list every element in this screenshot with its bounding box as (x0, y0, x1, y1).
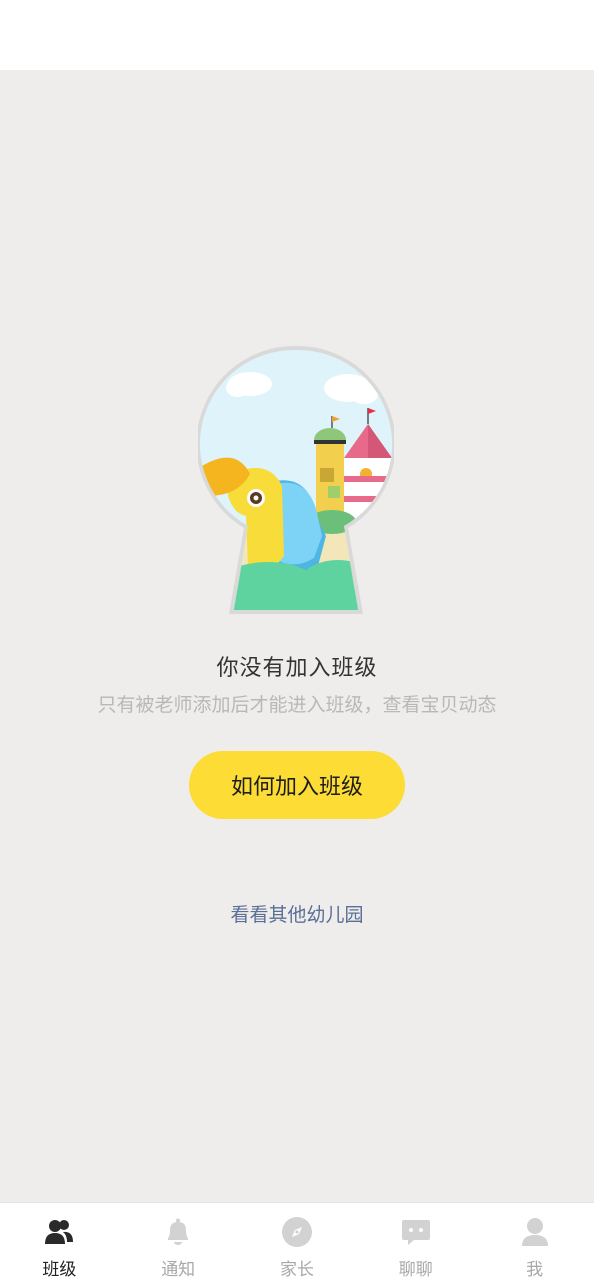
tab-chat[interactable]: 聊聊 (356, 1203, 475, 1281)
chat-bubble-icon (399, 1215, 433, 1249)
tab-me[interactable]: 我 (475, 1203, 594, 1281)
how-to-join-class-button[interactable]: 如何加入班级 (189, 751, 405, 819)
tab-label: 班级 (42, 1260, 77, 1280)
tab-label: 我 (526, 1260, 544, 1280)
tab-notice[interactable]: 通知 (119, 1203, 238, 1281)
tab-label: 聊聊 (398, 1260, 433, 1280)
bell-icon (161, 1215, 195, 1249)
tab-parents[interactable]: 家长 (238, 1203, 357, 1281)
tab-label: 通知 (161, 1260, 196, 1280)
view-other-kindergartens-link[interactable]: 看看其他幼儿园 (0, 900, 594, 927)
person-icon (518, 1215, 552, 1249)
status-area (0, 0, 594, 70)
bottom-tab-bar: 班级 通知 家长 聊聊 我 (0, 1202, 594, 1281)
main-content: 你没有加入班级 只有被老师添加后才能进入班级，查看宝贝动态 如何加入班级 看看其… (0, 70, 594, 1202)
empty-state-subtitle: 只有被老师添加后才能进入班级，查看宝贝动态 (97, 694, 497, 716)
tab-class[interactable]: 班级 (0, 1203, 119, 1281)
compass-icon (280, 1215, 314, 1249)
class-people-icon (42, 1215, 76, 1249)
empty-state-title: 你没有加入班级 (216, 656, 378, 681)
keyhole-illustration (198, 346, 394, 614)
tab-label: 家长 (279, 1260, 314, 1280)
